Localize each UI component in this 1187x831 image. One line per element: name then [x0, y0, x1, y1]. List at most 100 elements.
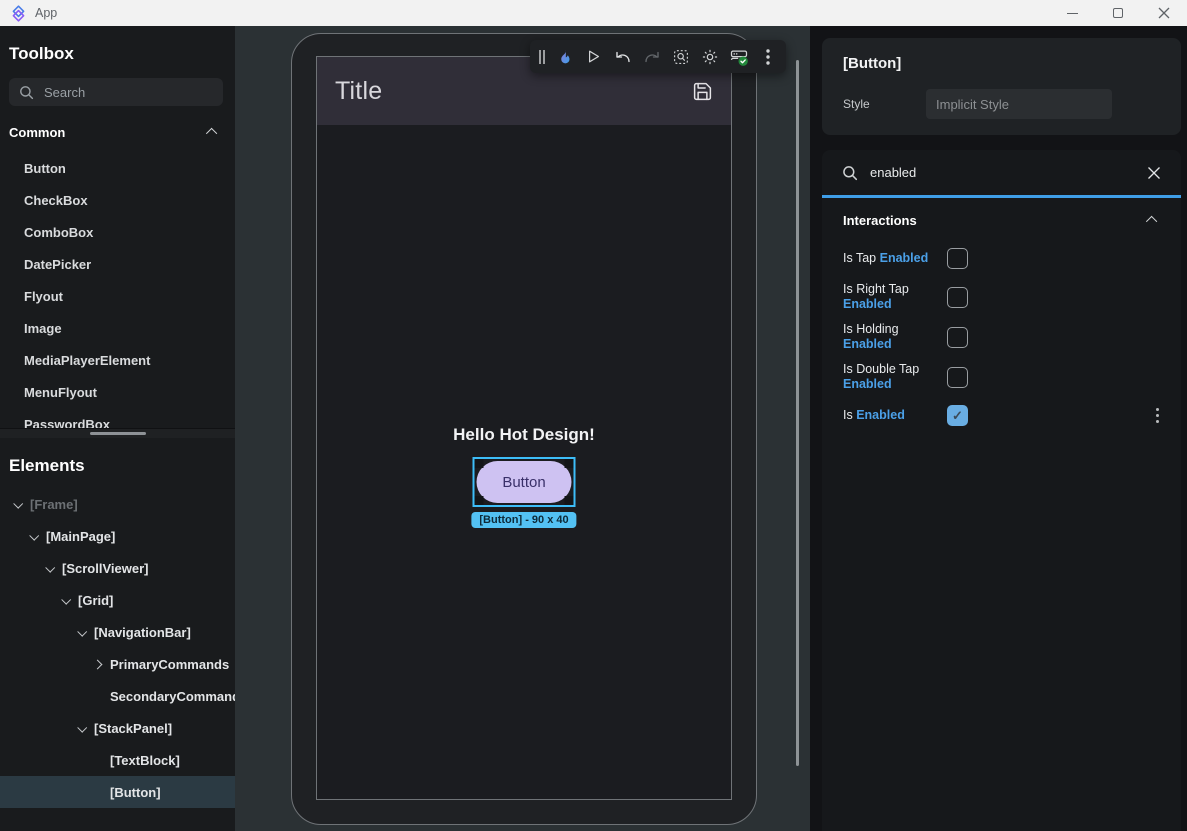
property-search[interactable] — [822, 150, 1181, 198]
prop-row-is-double-tap-enabled: Is Double Tap Enabled — [822, 357, 1181, 397]
design-canvas[interactable]: Title Hello Hot Design! Button — [235, 26, 810, 831]
is-tap-enabled-checkbox[interactable] — [947, 248, 968, 269]
elements-title: Elements — [0, 438, 235, 488]
tree-item-secondarycommands[interactable]: SecondaryCommands — [0, 680, 235, 712]
phone-device-frame: Title Hello Hot Design! Button — [291, 33, 757, 825]
tree-item-label: [MainPage] — [46, 529, 115, 544]
tree-item-button-selected[interactable]: [Button] — [0, 776, 235, 808]
left-sidebar: Toolbox Search Common Button CheckBox Co… — [0, 26, 235, 831]
minimize-icon — [1067, 13, 1078, 14]
window-titlebar: App — [0, 0, 1187, 26]
chevron-down-icon[interactable] — [29, 530, 39, 540]
app-logo-icon — [10, 5, 27, 22]
toolbox-item-mediaplayerelement[interactable]: MediaPlayerElement — [0, 344, 235, 376]
tree-item-scrollviewer[interactable]: [ScrollViewer] — [0, 552, 235, 584]
phone-screen[interactable]: Title Hello Hot Design! Button — [316, 56, 732, 800]
section-label: Interactions — [843, 213, 917, 228]
prop-row-is-enabled: Is Enabled — [822, 397, 1181, 434]
toolbox-item-menuflyout[interactable]: MenuFlyout — [0, 376, 235, 408]
selection-handle[interactable] — [565, 459, 574, 468]
minimize-button[interactable] — [1049, 0, 1095, 26]
tree-item-label: [StackPanel] — [94, 721, 172, 736]
splitter-handle-icon — [90, 432, 146, 435]
tree-item-label: [TextBlock] — [110, 753, 180, 768]
section-interactions[interactable]: Interactions — [822, 200, 1181, 240]
tree-item-stackpanel[interactable]: [StackPanel] — [0, 712, 235, 744]
tree-item-primarycommands[interactable]: PrimaryCommands — [0, 648, 235, 680]
chevron-down-icon[interactable] — [77, 722, 87, 732]
toolbox-section-label: Common — [9, 125, 65, 140]
dev-server-connected-icon[interactable] — [724, 40, 753, 73]
save-icon[interactable] — [692, 81, 713, 102]
toolbox-search-placeholder: Search — [44, 85, 85, 100]
selection-size-badge: [Button] - 90 x 40 — [471, 512, 576, 528]
tree-item-label: [NavigationBar] — [94, 625, 191, 640]
style-input[interactable] — [926, 89, 1112, 119]
panel-splitter[interactable] — [0, 428, 235, 438]
elements-panel: Elements [Frame] [MainPage] [ScrollViewe… — [0, 438, 235, 831]
toolbox-item-image[interactable]: Image — [0, 312, 235, 344]
property-search-input[interactable] — [870, 165, 1147, 180]
property-more-menu[interactable] — [1156, 408, 1159, 423]
toolbox-item-checkbox[interactable]: CheckBox — [0, 184, 235, 216]
toolbox-item-flyout[interactable]: Flyout — [0, 280, 235, 312]
undo-button[interactable] — [608, 40, 637, 73]
chevron-down-icon[interactable] — [45, 562, 55, 572]
chevron-right-icon[interactable] — [92, 659, 102, 669]
toolbox-section-common[interactable]: Common — [0, 112, 235, 152]
search-match-highlight: Enabled — [843, 337, 892, 351]
close-button[interactable] — [1141, 0, 1187, 26]
tree-item-label: SecondaryCommands — [110, 689, 235, 704]
toolbox-item-datepicker[interactable]: DatePicker — [0, 248, 235, 280]
toolbox-item-combobox[interactable]: ComboBox — [0, 216, 235, 248]
prop-label: Is Tap Enabled — [843, 251, 947, 266]
properties-inspector: [Button] Style Interactions — [810, 26, 1187, 831]
is-double-tap-enabled-checkbox[interactable] — [947, 367, 968, 388]
tree-item-label: [ScrollViewer] — [62, 561, 148, 576]
toolbox-item-passwordbox[interactable]: PasswordBox — [0, 408, 235, 428]
page-title: Title — [335, 77, 382, 106]
chevron-down-icon[interactable] — [61, 594, 71, 604]
selection-handle[interactable] — [565, 496, 574, 505]
toolbar-drag-handle[interactable] — [534, 40, 550, 73]
tree-item-grid[interactable]: [Grid] — [0, 584, 235, 616]
redo-button[interactable] — [637, 40, 666, 73]
play-button[interactable] — [579, 40, 608, 73]
theme-sun-icon[interactable] — [695, 40, 724, 73]
tree-item-label: [Grid] — [78, 593, 113, 608]
properties-card: Interactions Is Tap Enabled Is Right Tap… — [822, 150, 1181, 831]
chevron-down-icon[interactable] — [77, 626, 87, 636]
search-match-highlight: Enabled — [856, 408, 905, 422]
is-right-tap-enabled-checkbox[interactable] — [947, 287, 968, 308]
maximize-button[interactable] — [1095, 0, 1141, 26]
app-window: App Toolbox Search Common — [0, 0, 1187, 831]
clear-search-icon[interactable] — [1147, 166, 1161, 180]
is-holding-enabled-checkbox[interactable] — [947, 327, 968, 348]
hello-textblock: Hello Hot Design! — [317, 425, 731, 445]
toolbox-panel: Toolbox Search Common Button CheckBox Co… — [0, 26, 235, 428]
style-label: Style — [843, 97, 926, 111]
selection-handle[interactable] — [475, 496, 484, 505]
search-icon — [842, 165, 858, 181]
window-title: App — [35, 6, 57, 20]
tree-item-navigationbar[interactable]: [NavigationBar] — [0, 616, 235, 648]
selected-button-wrapper[interactable]: Button — [477, 461, 572, 503]
toolbar-more-menu[interactable] — [753, 40, 782, 73]
toolbox-item-button[interactable]: Button — [0, 152, 235, 184]
tree-item-frame[interactable]: [Frame] — [0, 488, 235, 520]
chevron-down-icon[interactable] — [13, 498, 23, 508]
tree-item-textblock[interactable]: [TextBlock] — [0, 744, 235, 776]
is-enabled-checkbox[interactable] — [947, 405, 968, 426]
prop-label: Is Right Tap Enabled — [843, 282, 947, 312]
selected-element-card: [Button] Style — [822, 38, 1181, 135]
tree-item-mainpage[interactable]: [MainPage] — [0, 520, 235, 552]
inspect-selection-button[interactable] — [666, 40, 695, 73]
prop-row-is-tap-enabled: Is Tap Enabled — [822, 240, 1181, 277]
close-icon — [1158, 7, 1170, 19]
canvas-button[interactable]: Button — [477, 461, 572, 503]
hot-design-flame-icon[interactable] — [550, 40, 579, 73]
canvas-scrollbar[interactable] — [796, 60, 799, 766]
prop-label: Is Holding Enabled — [843, 322, 947, 352]
toolbox-search-input[interactable]: Search — [9, 78, 223, 106]
tree-item-label: PrimaryCommands — [110, 657, 229, 672]
